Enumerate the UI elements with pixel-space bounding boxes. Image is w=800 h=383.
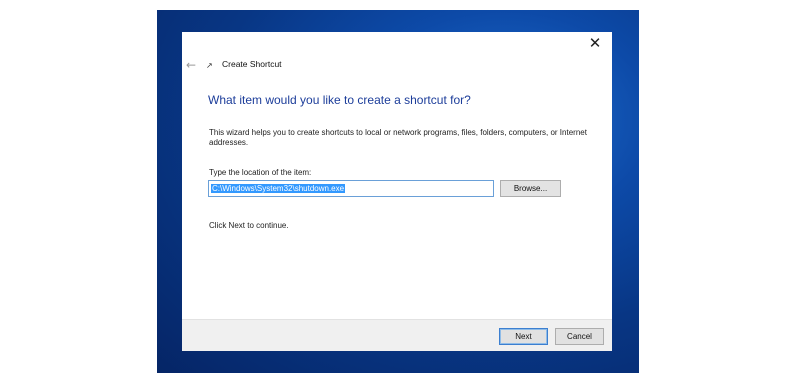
browse-button[interactable]: Browse... — [500, 180, 561, 197]
cancel-button[interactable]: Cancel — [555, 328, 604, 345]
location-label: Type the location of the item: — [209, 168, 312, 177]
location-input[interactable]: C:\Windows\System32\shutdown.exe — [208, 180, 494, 197]
shortcut-arrow-icon: ↗ — [206, 61, 213, 70]
wizard-description: This wizard helps you to create shortcut… — [209, 128, 587, 147]
page-heading: What item would you like to create a sho… — [208, 93, 471, 107]
create-shortcut-dialog: ✕ ← ↗ Create Shortcut What item would yo… — [182, 32, 612, 351]
continue-hint: Click Next to continue. — [209, 221, 289, 230]
dialog-title: Create Shortcut — [222, 59, 282, 69]
location-input-value: C:\Windows\System32\shutdown.exe — [211, 184, 346, 193]
back-arrow-icon[interactable]: ← — [186, 59, 200, 71]
dialog-footer: Next Cancel — [182, 319, 612, 351]
close-button[interactable]: ✕ — [584, 34, 606, 52]
next-button[interactable]: Next — [499, 328, 548, 345]
